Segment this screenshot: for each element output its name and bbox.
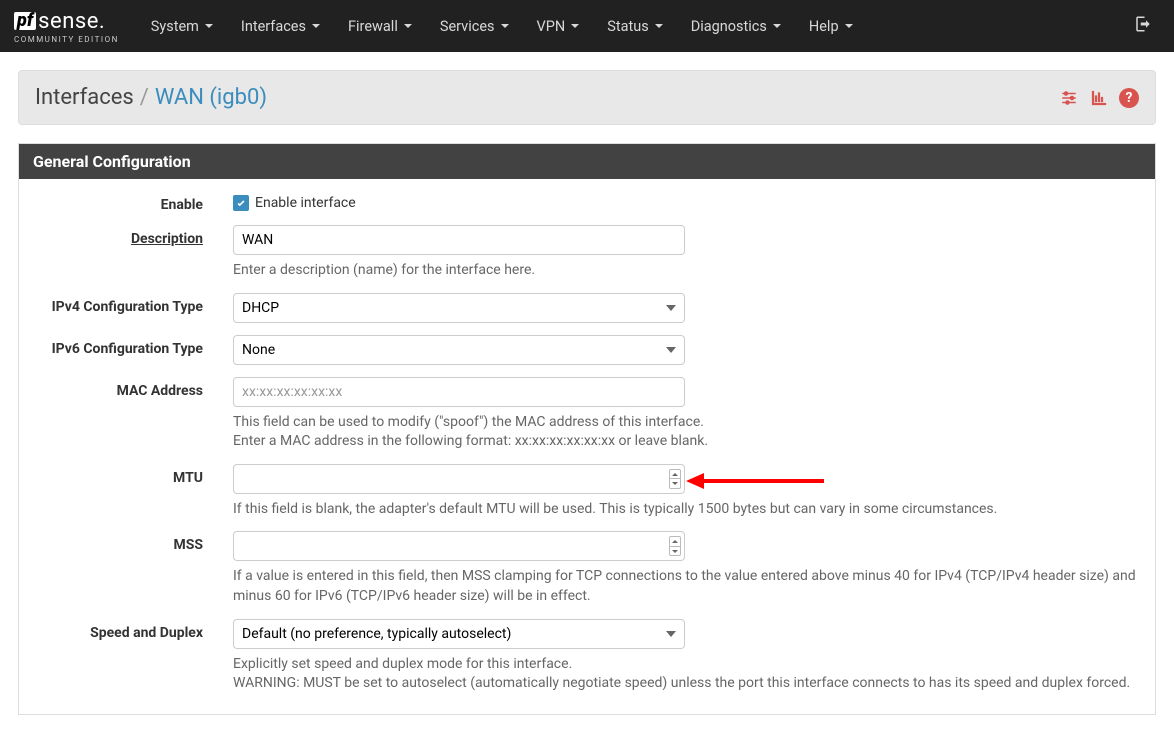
chart-icon[interactable]: [1089, 88, 1109, 108]
chevron-down-icon: [655, 24, 663, 28]
nav-help[interactable]: Help: [795, 2, 867, 51]
description-input[interactable]: [233, 225, 685, 255]
label-ipv6: IPv6 Configuration Type: [31, 335, 217, 357]
nav-status[interactable]: Status: [593, 2, 676, 51]
row-enable: Enable Enable interface: [19, 185, 1155, 219]
row-speed: Speed and Duplex Default (no preference,…: [19, 613, 1155, 700]
nav-interfaces[interactable]: Interfaces: [227, 2, 334, 51]
logo-pf: pf: [14, 12, 36, 30]
general-config-panel: General Configuration Enable Enable inte…: [18, 143, 1156, 715]
chevron-down-icon: [312, 24, 320, 28]
top-navbar: pf sense. COMMUNITY EDITION System Inter…: [0, 0, 1174, 52]
panel-body: Enable Enable interface Description Ente…: [19, 179, 1155, 714]
chevron-down-icon: [571, 24, 579, 28]
breadcrumb: Interfaces / WAN (igb0): [35, 85, 267, 110]
panel-header: General Configuration: [19, 144, 1155, 179]
breadcrumb-bar: Interfaces / WAN (igb0) ?: [18, 70, 1156, 125]
enable-checkbox-label: Enable interface: [255, 195, 356, 211]
chevron-down-icon: [404, 24, 412, 28]
brand-logo[interactable]: pf sense. COMMUNITY EDITION: [14, 9, 119, 44]
label-description: Description: [31, 225, 217, 247]
breadcrumb-current[interactable]: WAN (igb0): [155, 85, 267, 110]
nav-services[interactable]: Services: [426, 2, 523, 51]
nav-diagnostics[interactable]: Diagnostics: [677, 2, 795, 51]
chevron-down-icon: [773, 24, 781, 28]
help-mac: This field can be used to modify ("spoof…: [233, 413, 1137, 452]
logo-subtitle: COMMUNITY EDITION: [14, 35, 119, 44]
nav-items: System Interfaces Firewall Services VPN …: [137, 2, 1126, 51]
mss-stepper[interactable]: [669, 536, 681, 556]
breadcrumb-sep: /: [140, 85, 149, 110]
chevron-down-icon: [501, 24, 509, 28]
nav-firewall[interactable]: Firewall: [334, 2, 426, 51]
help-description: Enter a description (name) for the inter…: [233, 261, 1137, 281]
speed-select[interactable]: Default (no preference, typically autose…: [233, 619, 685, 649]
enable-checkbox[interactable]: [233, 195, 249, 211]
label-mtu: MTU: [31, 464, 217, 486]
label-ipv4: IPv4 Configuration Type: [31, 293, 217, 315]
mac-input[interactable]: [233, 377, 685, 407]
row-mtu: MTU If this field is blank, the adapter'…: [19, 458, 1155, 526]
breadcrumb-root[interactable]: Interfaces: [35, 85, 134, 110]
sliders-icon[interactable]: [1059, 88, 1079, 108]
nav-vpn[interactable]: VPN: [523, 2, 594, 51]
chevron-down-icon: [845, 24, 853, 28]
nav-system[interactable]: System: [137, 2, 227, 51]
logo-sense: sense.: [38, 9, 105, 34]
chevron-down-icon: [205, 24, 213, 28]
page-actions: ?: [1059, 88, 1139, 108]
row-description: Description Enter a description (name) f…: [19, 219, 1155, 287]
label-speed: Speed and Duplex: [31, 619, 217, 641]
label-mac: MAC Address: [31, 377, 217, 399]
help-mtu: If this field is blank, the adapter's de…: [233, 500, 1137, 520]
mss-input[interactable]: [233, 531, 685, 561]
row-ipv4: IPv4 Configuration Type DHCP: [19, 287, 1155, 329]
label-enable: Enable: [31, 191, 217, 213]
row-mac: MAC Address This field can be used to mo…: [19, 371, 1155, 458]
ipv6-select[interactable]: None: [233, 335, 685, 365]
mtu-stepper[interactable]: [669, 469, 681, 489]
row-mss: MSS If a value is entered in this field,…: [19, 525, 1155, 612]
mtu-input[interactable]: [233, 464, 685, 494]
row-ipv6: IPv6 Configuration Type None: [19, 329, 1155, 371]
help-speed: Explicitly set speed and duplex mode for…: [233, 655, 1137, 694]
ipv4-select[interactable]: DHCP: [233, 293, 685, 323]
label-mss: MSS: [31, 531, 217, 553]
help-icon[interactable]: ?: [1119, 88, 1139, 108]
logout-icon[interactable]: [1126, 7, 1160, 45]
help-mss: If a value is entered in this field, the…: [233, 567, 1137, 606]
